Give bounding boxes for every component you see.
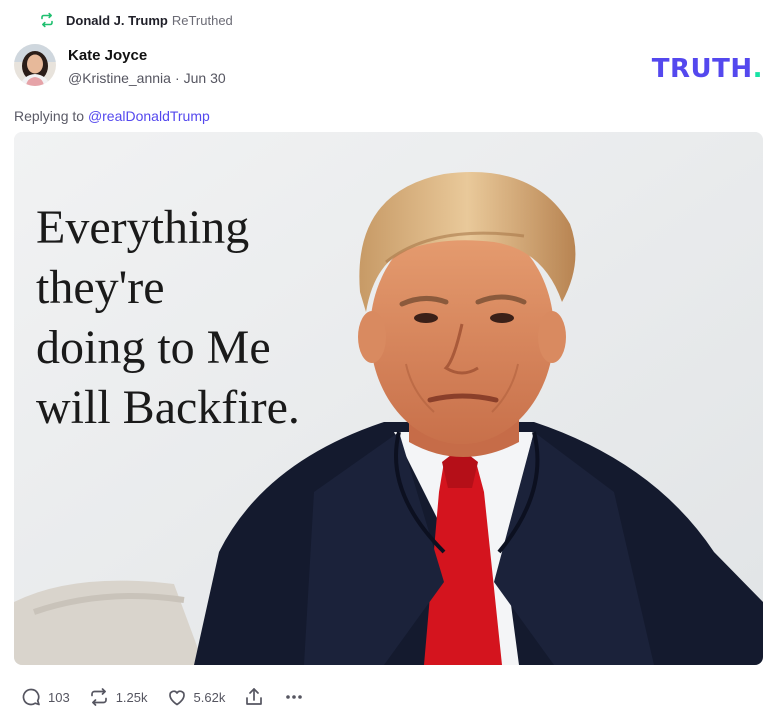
truth-logo-dot: .	[752, 54, 763, 84]
retruth-text: Donald J. Trump ReTruthed	[66, 13, 233, 28]
meme-quote: Everything they're doing to Me will Back…	[36, 198, 300, 438]
avatar[interactable]	[14, 44, 56, 86]
retruth-user-link[interactable]: Donald J. Trump	[66, 13, 168, 28]
post-author: Kate Joyce @Kristine_annia · Jun 30	[14, 44, 226, 87]
retruth-banner: Donald J. Trump ReTruthed	[38, 10, 233, 30]
reply-context: Replying to @realDonaldTrump	[14, 108, 210, 124]
like-button[interactable]: 5.62k	[166, 686, 226, 708]
more-icon	[286, 695, 303, 699]
share-button[interactable]	[243, 686, 265, 708]
post-actions: 103 1.25k 5.62k	[20, 684, 323, 710]
reply-count: 103	[48, 689, 70, 705]
post-date[interactable]: Jun 30	[184, 70, 226, 86]
post-image[interactable]: Everything they're doing to Me will Back…	[14, 132, 763, 665]
reply-handle-link[interactable]: @realDonaldTrump	[88, 108, 210, 124]
quote-line: doing to Me	[36, 321, 271, 374]
retruth-count: 1.25k	[115, 689, 148, 705]
truth-logo[interactable]: TRUTH.	[652, 54, 763, 84]
author-name[interactable]: Kate Joyce	[68, 47, 226, 65]
separator-dot: ·	[174, 70, 180, 86]
share-icon	[246, 688, 263, 705]
reply-prefix: Replying to	[14, 108, 85, 124]
retruth-label: ReTruthed	[171, 12, 233, 28]
reply-button[interactable]: 103	[20, 686, 70, 708]
heart-icon	[168, 690, 185, 706]
quote-line: Everything	[36, 201, 250, 254]
like-count: 5.62k	[193, 689, 226, 705]
comment-icon	[22, 688, 40, 706]
author-handle[interactable]: @Kristine_annia	[68, 70, 171, 86]
retruth-icon	[90, 688, 107, 706]
more-options-button[interactable]	[283, 686, 305, 708]
quote-line: they're	[36, 261, 165, 314]
retruth-button[interactable]: 1.25k	[88, 686, 148, 708]
retruth-icon	[38, 11, 56, 29]
quote-line: will Backfire.	[36, 381, 300, 434]
truth-logo-text: TRUTH	[651, 54, 753, 84]
